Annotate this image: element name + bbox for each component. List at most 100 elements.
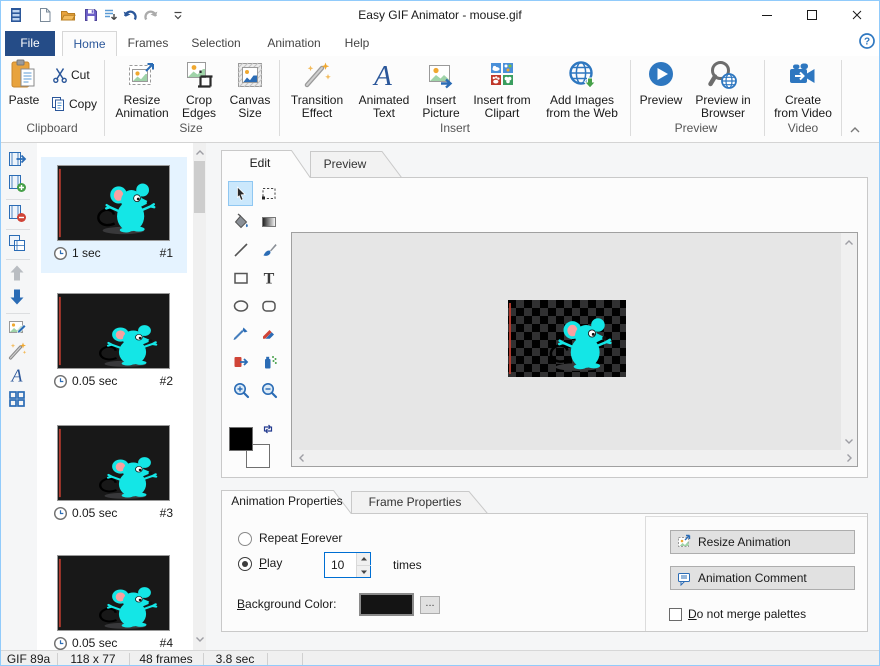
maximize-button[interactable] — [789, 0, 834, 30]
customize-toolbar-button[interactable] — [170, 7, 188, 25]
redo-button[interactable] — [143, 7, 161, 25]
animation-comment-button[interactable]: Animation Comment — [670, 566, 855, 590]
play-radio[interactable] — [238, 557, 252, 571]
frame-item-2[interactable]: 0.05 sec#2 — [37, 279, 206, 401]
edit-frame-button[interactable] — [7, 317, 29, 339]
scroll-up-arrow[interactable] — [843, 237, 855, 249]
save-icon — [83, 7, 99, 23]
close-button[interactable] — [834, 0, 879, 30]
tab-home[interactable]: Home — [62, 31, 117, 57]
crop-edges-button[interactable]: CropEdges — [174, 58, 224, 120]
tab-edit[interactable]: Edit — [230, 156, 290, 170]
background-color-swatch[interactable] — [359, 593, 414, 616]
preview-button[interactable]: Preview — [632, 58, 690, 107]
add-images-from-the-web-button[interactable]: Add Imagesfrom the Web — [538, 58, 626, 120]
fill-tool-button[interactable] — [228, 209, 253, 234]
play-times-spinner[interactable]: 10 — [324, 552, 371, 578]
spray-tool-button[interactable] — [256, 349, 281, 374]
frame-text-icon: A — [7, 365, 27, 385]
rectangle-tool-button[interactable] — [228, 265, 253, 290]
manage-frames-button[interactable] — [7, 389, 29, 411]
canvas-vscrollbar[interactable] — [841, 233, 857, 452]
frame-effect-button[interactable] — [7, 341, 29, 363]
color-picker-button[interactable]: ... — [420, 596, 440, 614]
marquee-tool-button[interactable] — [256, 181, 281, 206]
export-frames-button[interactable] — [102, 7, 120, 25]
tab-animation[interactable]: Animation — [256, 31, 332, 56]
move-frame-up-button[interactable] — [7, 263, 29, 285]
canvas-size-button[interactable]: CanvasSize — [224, 58, 276, 120]
cut-button[interactable]: Cut — [52, 66, 90, 83]
tab-frames[interactable]: Frames — [120, 31, 176, 56]
swap-colors-button[interactable] — [261, 422, 275, 436]
scroll-up-arrow[interactable] — [193, 147, 206, 159]
resize-animation-button[interactable]: ResizeAnimation — [112, 58, 172, 120]
animated-text-button[interactable]: AAnimatedText — [352, 58, 416, 120]
extract-frames-button[interactable] — [7, 149, 29, 171]
canvas-hscrollbar[interactable] — [292, 450, 857, 466]
scrollbar-thumb[interactable] — [194, 161, 205, 213]
tab-selection[interactable]: Selection — [179, 31, 253, 56]
eyedropper-tool-button[interactable] — [228, 321, 253, 346]
frame-text-button[interactable]: A — [7, 365, 29, 387]
undo-button[interactable] — [122, 7, 140, 25]
zoom-in-tool-button[interactable] — [228, 377, 253, 402]
tab-frame-properties[interactable]: Frame Properties — [355, 495, 475, 509]
ribbon-separator — [279, 60, 280, 136]
insert-picture-button[interactable]: InsertPicture — [415, 58, 467, 120]
canvas-image — [508, 300, 626, 377]
spinner-buttons[interactable] — [356, 553, 370, 577]
frame-number: #3 — [137, 506, 173, 521]
spin-down-button[interactable] — [360, 568, 368, 576]
scroll-down-arrow[interactable] — [843, 435, 855, 447]
open-file-button[interactable] — [60, 7, 78, 25]
ribbon-separator — [104, 60, 105, 136]
frames-scrollbar[interactable] — [193, 143, 206, 650]
tab-preview-editor[interactable]: Preview — [315, 157, 375, 171]
text-tool-button[interactable]: T — [256, 265, 281, 290]
new-file-button[interactable] — [37, 7, 55, 25]
delete-frame-button[interactable] — [7, 203, 29, 225]
copy-button[interactable]: Copy — [50, 95, 97, 112]
scroll-right-arrow[interactable] — [843, 452, 855, 464]
frame-item-1[interactable]: 1 sec#1 — [37, 151, 206, 273]
scroll-left-arrow[interactable] — [296, 452, 308, 464]
eraser-tool-button[interactable] — [256, 321, 281, 346]
help-button[interactable]: ? — [859, 33, 875, 49]
tab-help[interactable]: Help — [334, 31, 380, 56]
foreground-color-swatch[interactable] — [229, 427, 253, 451]
gradient-tool-button[interactable] — [256, 209, 281, 234]
toolbar-separator — [6, 199, 30, 200]
insert-from-clipart-button[interactable]: Insert fromClipart — [466, 58, 538, 120]
move-frame-down-button[interactable] — [7, 287, 29, 309]
line-tool-button[interactable] — [228, 237, 253, 262]
tab-animation-properties[interactable]: Animation Properties — [227, 494, 347, 508]
spin-up-button[interactable] — [360, 555, 368, 563]
resize-animation-button[interactable]: Resize Animation — [670, 530, 855, 554]
canvas-area[interactable] — [291, 232, 858, 467]
frame-item-4[interactable]: 0.05 sec#4 — [37, 541, 206, 650]
frame-thumbnail — [57, 425, 170, 501]
paste-button[interactable]: Paste — [1, 58, 47, 107]
merge-palettes-checkbox[interactable] — [669, 608, 682, 621]
rounded-rect-tool-button[interactable] — [256, 293, 281, 318]
paste-icon — [8, 59, 40, 91]
select-tool-button[interactable] — [228, 181, 253, 206]
save-button[interactable] — [83, 7, 101, 25]
repeat-forever-radio[interactable] — [238, 532, 252, 546]
copy-icon — [50, 96, 66, 112]
duplicate-frame-button[interactable] — [7, 233, 29, 255]
ellipse-tool-button[interactable] — [228, 293, 253, 318]
zoom-out-tool-button[interactable] — [256, 377, 281, 402]
minimize-button[interactable] — [744, 0, 789, 30]
transparency-tool-button[interactable] — [228, 349, 253, 374]
create-from-video-button[interactable]: Createfrom Video — [766, 58, 840, 120]
preview-in-browser-button[interactable]: Preview inBrowser — [688, 58, 758, 120]
scroll-down-arrow[interactable] — [193, 633, 206, 645]
add-frame-button[interactable] — [7, 173, 29, 195]
brush-tool-button[interactable] — [256, 237, 281, 262]
ribbon-collapse-button[interactable] — [845, 122, 865, 138]
tab-file[interactable]: File — [5, 31, 55, 56]
transition-effect-button[interactable]: TransitionEffect — [285, 58, 349, 120]
frame-item-3[interactable]: 0.05 sec#3 — [37, 411, 206, 533]
